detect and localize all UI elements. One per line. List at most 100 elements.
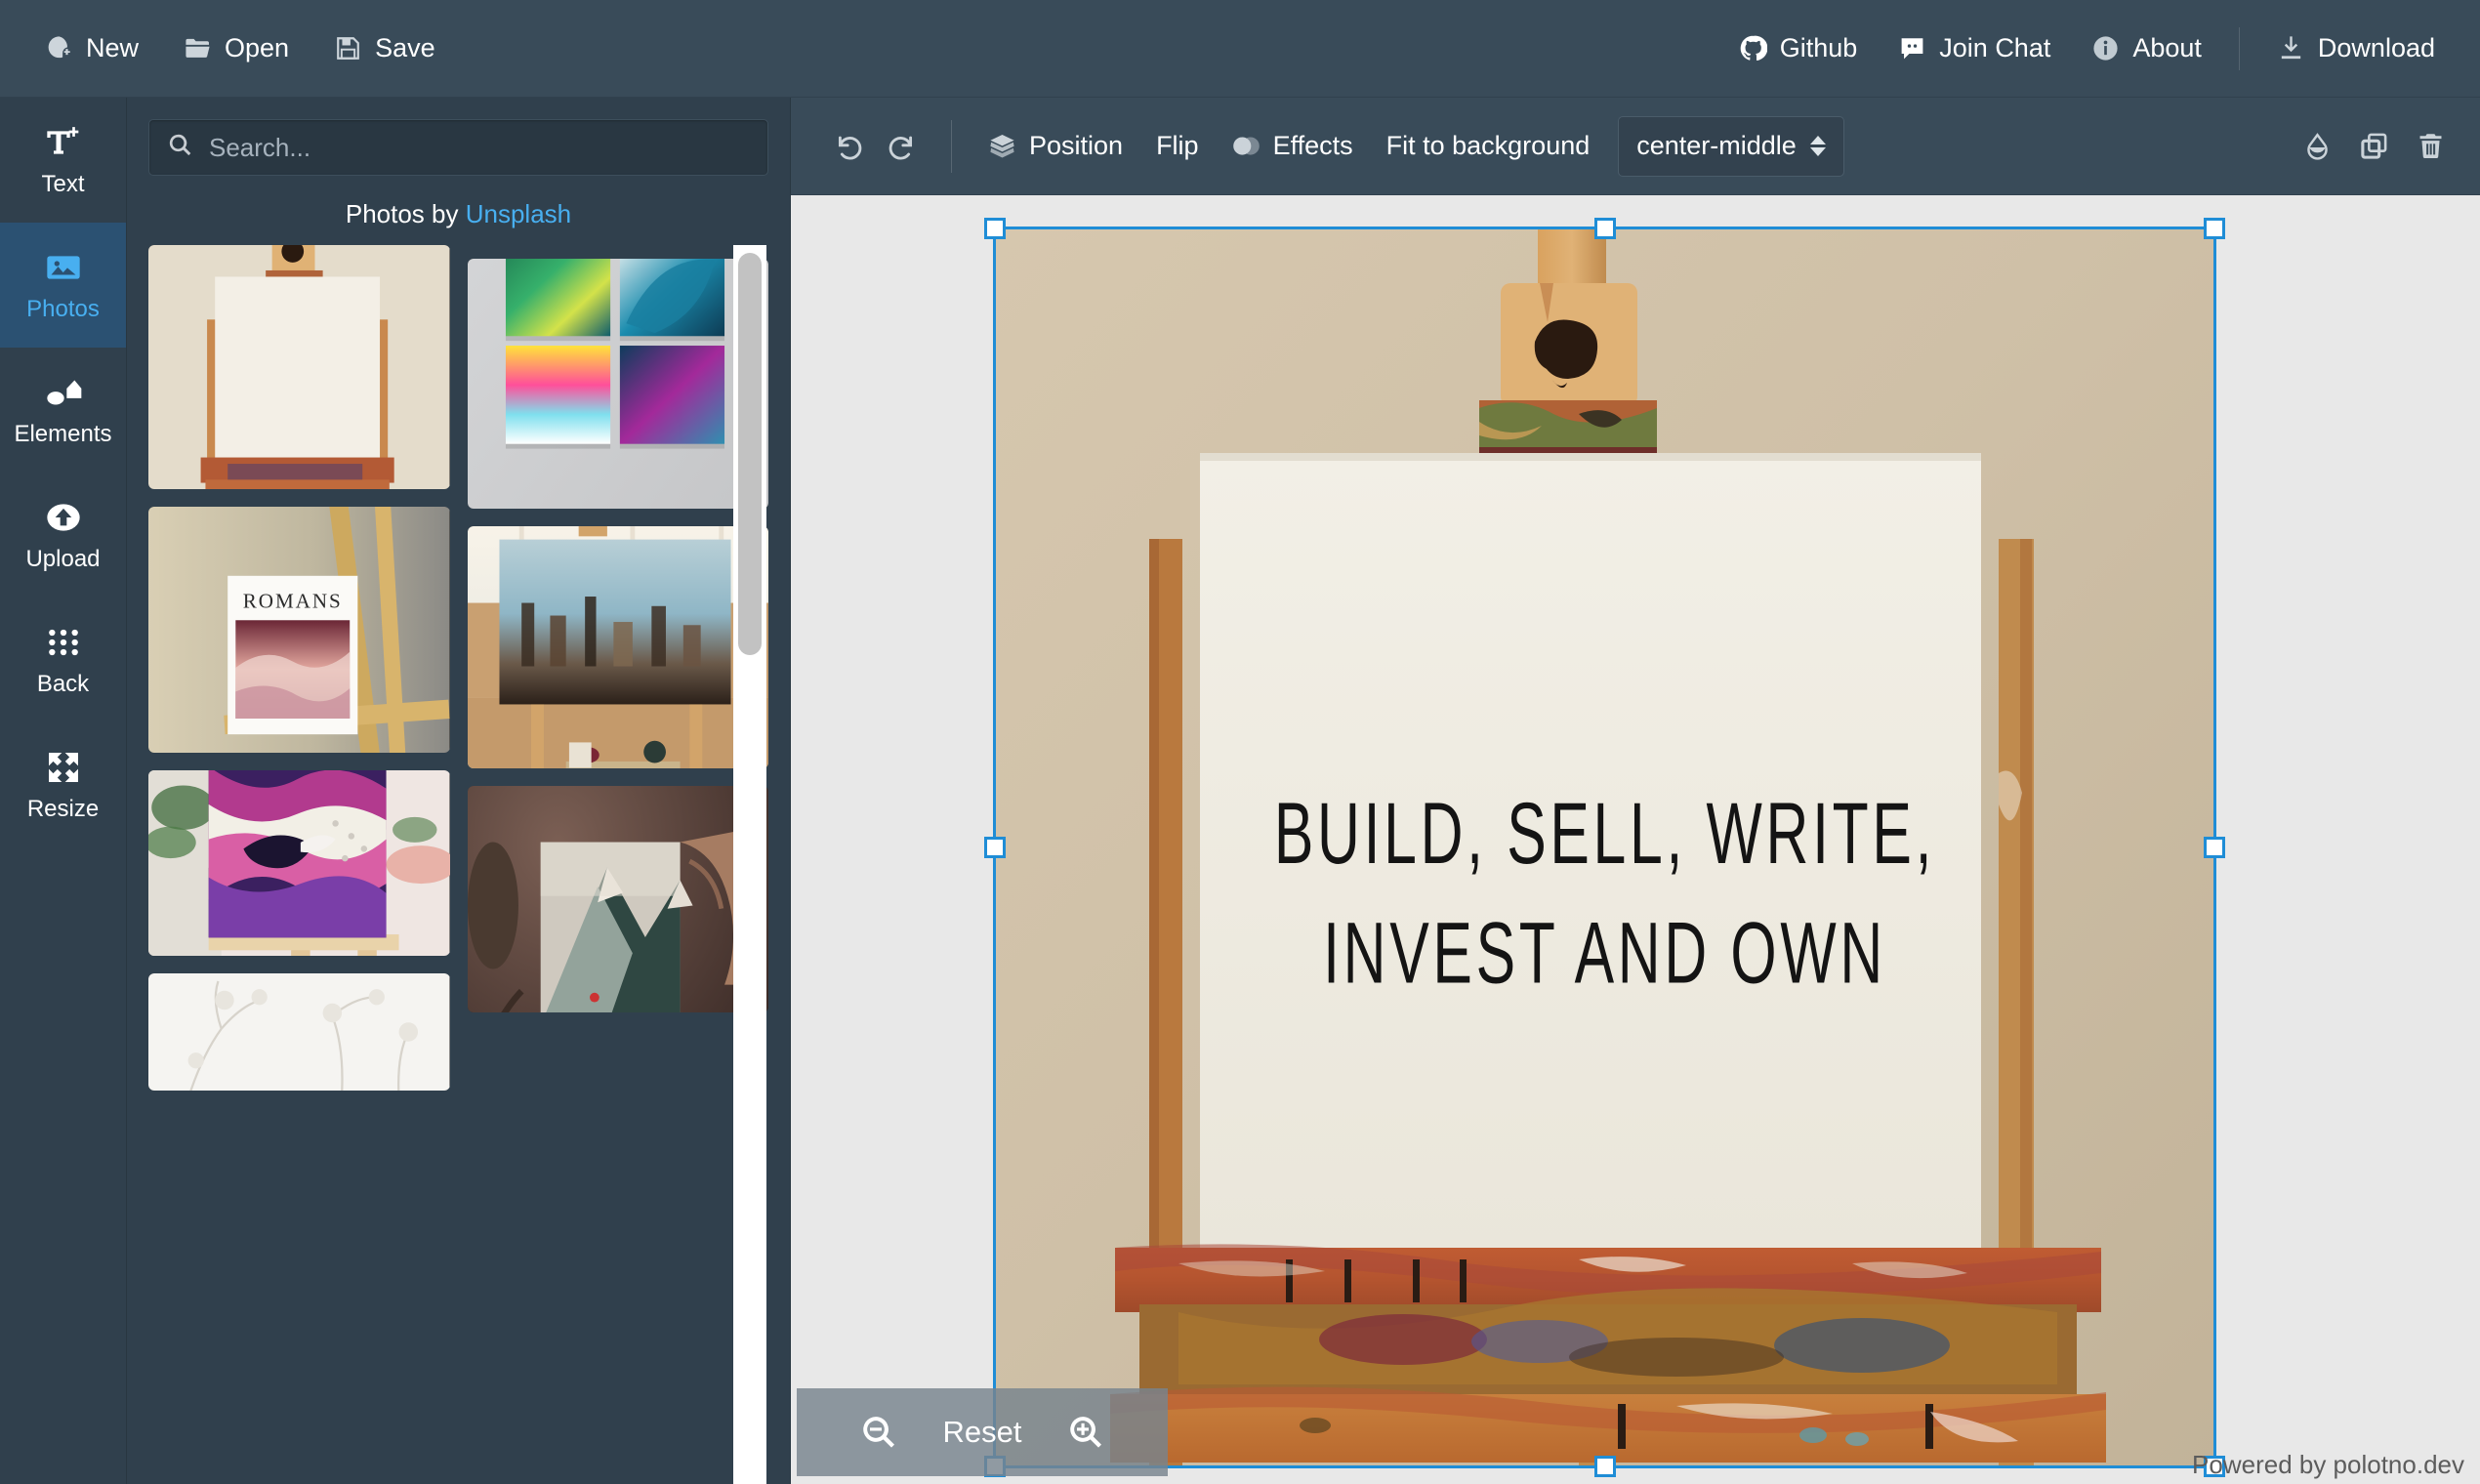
main-body: Text Photos Elements Upload Back Resize … [0,98,2480,1484]
unsplash-link[interactable]: Unsplash [466,199,571,228]
crop-alignment-value: center-middle [1636,131,1797,160]
app-root: New Open Save Github Join Chat About Dow… [0,0,2480,1484]
fit-to-background-button[interactable]: Fit to background [1370,118,1607,175]
opacity-droplet-icon [2302,131,2333,161]
new-button[interactable]: New [27,21,156,77]
canvas-stage[interactable]: BUILD, SELL, WRITE, INVEST AND OWN Reset… [791,195,2480,1484]
photo-thumbnail-blank-canvas-easel[interactable] [148,245,450,489]
sidebar-item-resize[interactable]: Resize [0,722,126,847]
photo-column-right [467,259,768,1091]
sidebar-item-label: Resize [26,795,100,822]
sidebar-item-label: Photos [26,295,100,322]
undo-button[interactable] [818,118,875,175]
search-icon [167,132,193,163]
zoom-controls: Reset [797,1388,1168,1476]
sidebar-item-label: Upload [25,545,101,572]
zoom-in-icon[interactable] [1066,1413,1105,1452]
opacity-button[interactable] [2289,118,2345,175]
download-button[interactable]: Download [2259,21,2453,77]
info-icon [2091,34,2120,62]
about-button-label: About [2132,33,2202,62]
delete-button[interactable] [2402,118,2459,175]
topbar-divider [2238,26,2240,70]
sidebar-item-text[interactable]: Text [0,98,126,223]
new-file-icon [45,34,73,62]
photo-grid: ROMANS [148,245,768,1091]
chevron-updown-icon [1809,136,1826,156]
github-icon [1739,34,1767,62]
duplicate-button[interactable] [2345,118,2402,175]
position-button-label: Position [1029,131,1124,160]
about-button[interactable]: About [2074,21,2219,77]
sidebar-item-label: Text [41,170,85,197]
sidebar-item-label: Back [36,670,90,697]
github-button-label: Github [1779,33,1858,62]
photo-thumbnail-white-winter-branches[interactable] [148,973,450,1091]
join-chat-button[interactable]: Join Chat [1881,21,2068,77]
top-menu-left-group: New Open Save [27,21,453,77]
toolbar-divider [951,119,952,173]
flip-button[interactable]: Flip [1139,118,1216,175]
contrast-icon [1232,132,1261,160]
canvas-text-line: BUILD, SELL, WRITE, [1273,783,1936,882]
open-button-label: Open [225,33,290,62]
sidebar-item-upload[interactable]: Upload [0,473,126,598]
redo-button[interactable] [875,118,931,175]
svg-text:ROMANS: ROMANS [243,589,343,612]
chat-icon [1898,34,1926,62]
photos-panel: Photos by Unsplash [127,98,791,1484]
expand-icon [44,748,83,787]
join-chat-button-label: Join Chat [1939,33,2051,62]
editor-area: Position Flip Effects Fit to background … [791,98,2480,1484]
github-button[interactable]: Github [1721,21,1876,77]
sidebar-item-label: Elements [14,420,112,447]
grid-dots-icon [44,623,83,662]
element-toolbar: Position Flip Effects Fit to background … [791,98,2480,195]
upload-icon [44,498,83,537]
top-menu-bar: New Open Save Github Join Chat About Dow… [0,0,2480,98]
search-input[interactable] [209,132,750,163]
sidebar-item-back[interactable]: Back [0,598,126,722]
flip-button-label: Flip [1156,131,1199,160]
zoom-reset-button[interactable]: Reset [943,1415,1022,1450]
photo-thumbnail-mountain-painting-hand[interactable] [467,786,768,1012]
zoom-out-icon[interactable] [859,1413,898,1452]
photos-scrollbar-track[interactable] [733,245,766,1484]
sidebar-item-photos[interactable]: Photos [0,223,126,348]
photo-grid-wrapper: ROMANS [127,245,790,1484]
position-button[interactable]: Position [971,118,1139,175]
photo-thumbnail-abstract-cityscape-studio[interactable] [467,526,768,768]
undo-icon [832,131,862,161]
top-menu-right-group: Github Join Chat About Download [1721,21,2453,77]
photo-thumbnail-four-abstract-paintings[interactable] [467,259,768,509]
left-tool-rail: Text Photos Elements Upload Back Resize [0,98,127,1484]
new-button-label: New [86,33,140,62]
image-icon [44,248,83,287]
layers-icon [988,132,1016,160]
text-box-icon [44,123,83,162]
artboard-image[interactable]: BUILD, SELL, WRITE, INVEST AND OWN [993,227,2216,1468]
fit-to-background-label: Fit to background [1385,131,1591,160]
unsplash-credit: Photos by Unsplash [127,176,790,245]
duplicate-icon [2359,131,2389,161]
redo-icon [889,131,919,161]
powered-by-label: Powered by polotno.dev [2192,1450,2464,1479]
canvas-text-line: INVEST AND OWN [1323,903,1886,1002]
effects-button[interactable]: Effects [1216,118,1370,175]
canvas-text-element[interactable]: BUILD, SELL, WRITE, INVEST AND OWN [1042,773,2168,1013]
search-wrapper [127,98,790,176]
photo-thumbnail-romans-poster-easel[interactable]: ROMANS [148,507,450,753]
search-box[interactable] [148,119,768,176]
save-button-label: Save [375,33,435,62]
open-button[interactable]: Open [166,21,307,77]
folder-open-icon [184,34,212,62]
save-button[interactable]: Save [316,21,453,77]
photo-column-left: ROMANS [148,245,450,1091]
shapes-icon [44,373,83,412]
sidebar-item-elements[interactable]: Elements [0,348,126,473]
photos-scrollbar-thumb[interactable] [738,253,762,655]
download-button-label: Download [2317,33,2435,62]
effects-button-label: Effects [1272,131,1353,160]
crop-alignment-select[interactable]: center-middle [1618,115,1844,177]
photo-thumbnail-purple-whale-painting[interactable] [148,770,450,956]
